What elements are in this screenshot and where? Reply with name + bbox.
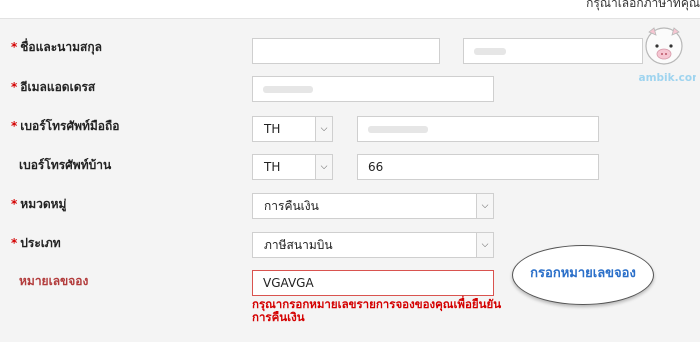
mobile-label: * เบอร์โทรศัพท์มือถือ bbox=[11, 119, 120, 133]
fullname-label: * ชื่อและนามสกุล bbox=[11, 40, 102, 54]
language-note: กรุณาเลือกภาษาที่คุณ bbox=[586, 0, 700, 10]
required-mark: * bbox=[11, 80, 18, 94]
email-label: * อีเมลแอดเดรส bbox=[11, 80, 96, 94]
booking-number-input[interactable]: VGAVGA bbox=[252, 270, 494, 296]
mobile-number-input[interactable] bbox=[357, 116, 599, 142]
required-mark: * bbox=[11, 236, 18, 250]
last-name-input[interactable] bbox=[463, 38, 643, 64]
chevron-down-icon: ⌵ bbox=[315, 117, 332, 141]
first-name-input[interactable] bbox=[252, 38, 440, 64]
category-select[interactable]: การคืนเงิน ⌵ bbox=[252, 193, 494, 219]
required-mark: * bbox=[11, 40, 18, 54]
callout-bubble: กรอกหมายเลขจอง bbox=[512, 245, 654, 305]
home-phone-label: เบอร์โทรศัพท์บ้าน bbox=[19, 158, 112, 172]
home-phone-input[interactable]: 66 bbox=[357, 154, 599, 180]
type-select[interactable]: ภาษีสนามบิน ⌵ bbox=[252, 232, 494, 258]
callout-text: กรอกหมายเลขจอง bbox=[530, 266, 636, 281]
required-mark: * bbox=[11, 119, 18, 133]
booking-label: หมายเลขจอง bbox=[19, 274, 89, 288]
pig-icon: bambik.com bbox=[638, 27, 696, 84]
required-mark: * bbox=[11, 197, 18, 211]
logo-text: bambik.com bbox=[638, 72, 696, 84]
chevron-down-icon: ⌵ bbox=[315, 155, 332, 179]
email-input[interactable] bbox=[252, 76, 494, 102]
booking-error-message: กรุณากรอกหมายเลขรายการจองของคุณเพื่อยืนย… bbox=[252, 297, 502, 324]
home-country-select[interactable]: TH ⌵ bbox=[252, 154, 333, 180]
category-label: * หมวดหมู่ bbox=[11, 197, 67, 211]
chevron-down-icon: ⌵ bbox=[476, 194, 493, 218]
type-label: * ประเภท bbox=[11, 236, 61, 250]
chevron-down-icon: ⌵ bbox=[476, 233, 493, 257]
mobile-country-select[interactable]: TH ⌵ bbox=[252, 116, 333, 142]
